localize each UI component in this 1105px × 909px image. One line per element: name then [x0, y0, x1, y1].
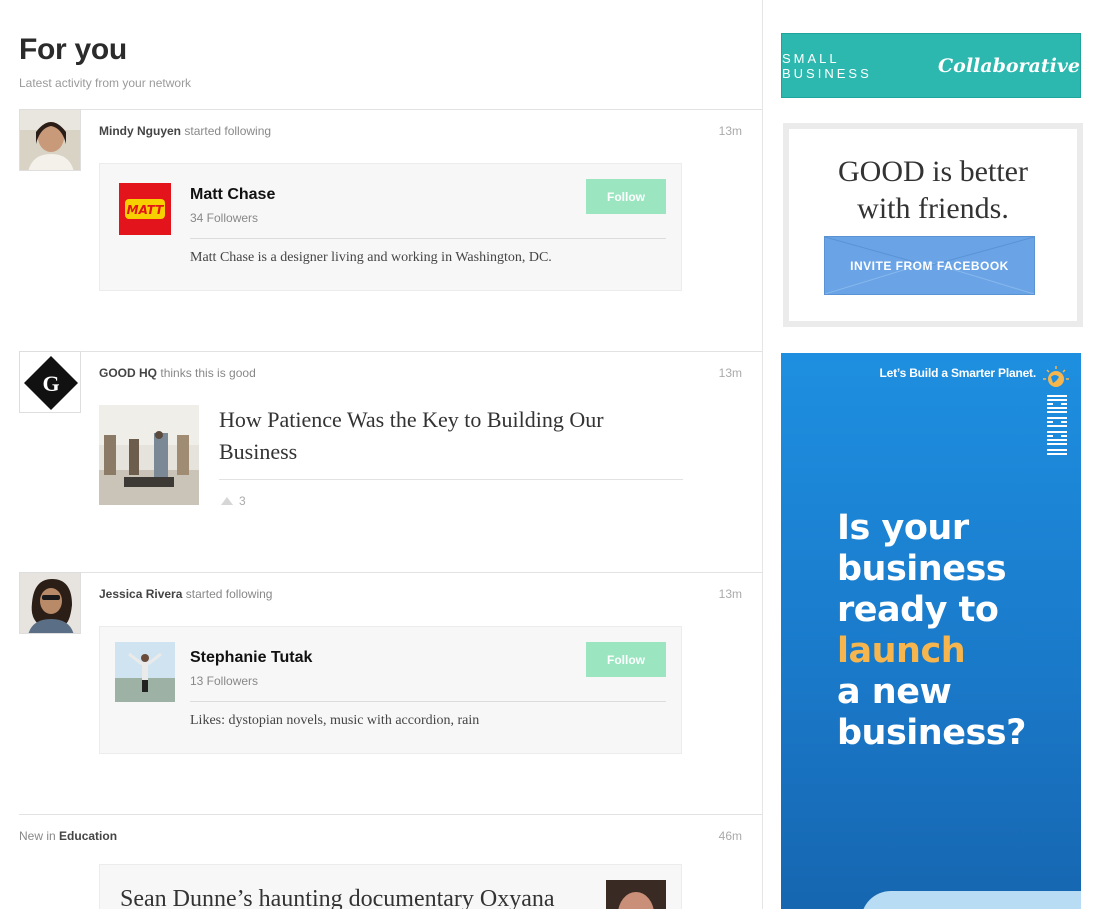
ibm-headline-line: ready to — [837, 590, 999, 630]
ibm-headline-line: Is your — [837, 508, 969, 548]
divider — [190, 701, 666, 702]
article-thumbnail[interactable] — [99, 405, 199, 505]
feed-item: G GOOD HQ thinks this is good 13m How Pa… — [19, 351, 762, 572]
profile-photo-icon — [115, 642, 175, 702]
invite-button-label: INVITE FROM FACEBOOK — [850, 258, 1009, 273]
invite-headline-line: GOOD is better — [838, 155, 1028, 188]
activity-meta: GOOD HQ thinks this is good — [99, 366, 256, 380]
matt-logo-icon: MATT — [119, 183, 171, 235]
activity-action: started following — [184, 124, 272, 138]
divider — [190, 238, 666, 239]
feed-item: New in Education 46m Sean Dunne’s haunti… — [19, 814, 762, 909]
ibm-headline: Is your business ready to launch a new b… — [837, 508, 1026, 754]
feed-item: Jessica Rivera started following 13m Ste… — [19, 572, 762, 814]
activity-meta: Mindy Nguyen started following — [99, 124, 271, 138]
article-title[interactable]: How Patience Was the Key to Building Our… — [219, 404, 659, 468]
activity-meta: Jessica Rivera started following — [99, 587, 272, 601]
follower-count: 13 Followers — [190, 674, 259, 688]
invite-friends-ad: GOOD is better with friends. INVITE FROM… — [783, 123, 1083, 327]
ibm-headline-line: business — [837, 549, 1007, 589]
feed-item: Mindy Nguyen started following 13m MATT … — [19, 109, 762, 351]
avatar[interactable] — [19, 109, 81, 171]
profile-thumb[interactable]: MATT — [119, 183, 171, 235]
avatar[interactable] — [19, 572, 81, 634]
follow-button[interactable]: Follow — [586, 179, 666, 214]
ad-decoration — [861, 891, 1081, 909]
store-photo-icon — [99, 405, 199, 505]
ibm-headline-line: a new — [837, 672, 952, 712]
ibm-headline-accent: launch — [837, 631, 966, 671]
timestamp: 13m — [718, 366, 742, 380]
avatar[interactable]: G — [19, 351, 81, 413]
article-photo-icon — [606, 880, 666, 909]
profile-bio: Likes: dystopian novels, music with acco… — [190, 713, 480, 728]
invite-headline-line: with friends. — [857, 192, 1009, 225]
upvote-arrow-icon — [221, 497, 233, 505]
avatar-photo-icon — [20, 110, 80, 170]
page-title: For you — [19, 33, 127, 66]
profile-card: MATT Matt Chase 34 Followers Follow Matt… — [99, 163, 682, 291]
activity-action: started following — [185, 587, 273, 601]
ad-text-script: Collaborative — [938, 54, 1080, 77]
article-card: Sean Dunne’s haunting documentary Oxyana — [99, 864, 682, 909]
sidebar: SMALL BUSINESS Collaborative GOOD is bet… — [763, 0, 1105, 909]
activity-action: thinks this is good — [160, 366, 256, 380]
follow-button[interactable]: Follow — [586, 642, 666, 677]
timestamp: 13m — [718, 124, 742, 138]
main-feed: For you Latest activity from your networ… — [0, 0, 763, 909]
good-logo-icon: G — [20, 352, 80, 412]
profile-bio: Matt Chase is a designer living and work… — [190, 250, 552, 265]
actor-name[interactable]: Jessica Rivera — [99, 587, 182, 601]
activity-prefix: New in — [19, 829, 56, 843]
svg-text:MATT: MATT — [127, 203, 165, 217]
profile-card: Stephanie Tutak 13 Followers Follow Like… — [99, 626, 682, 754]
ibm-tagline: Let’s Build a Smarter Planet. — [879, 366, 1037, 380]
vote-count: 3 — [239, 494, 246, 508]
follower-count: 34 Followers — [190, 211, 259, 225]
avatar-photo-icon — [20, 573, 80, 633]
page-subtitle: Latest activity from your network — [19, 76, 192, 90]
ad-text: SMALL BUSINESS — [782, 50, 872, 81]
activity-meta: New in Education — [19, 829, 117, 843]
invite-facebook-button[interactable]: INVITE FROM FACEBOOK — [824, 236, 1035, 295]
ibm-headline-line: business? — [837, 713, 1026, 753]
article-title[interactable]: Sean Dunne’s haunting documentary Oxyana — [120, 883, 560, 909]
timestamp: 13m — [718, 587, 742, 601]
category-link[interactable]: Education — [59, 829, 117, 843]
ibm-ad[interactable]: Let’s Build a Smarter Planet. Is your bu… — [781, 353, 1081, 909]
article-thumbnail[interactable] — [606, 880, 666, 909]
profile-thumb[interactable] — [115, 642, 175, 702]
timestamp: 46m — [718, 829, 742, 843]
ibm-logo-icon — [1047, 395, 1067, 455]
profile-name[interactable]: Stephanie Tutak — [190, 649, 312, 667]
divider — [219, 479, 683, 480]
actor-name[interactable]: Mindy Nguyen — [99, 124, 181, 138]
smarter-planet-icon — [1043, 366, 1069, 387]
small-business-ad[interactable]: SMALL BUSINESS Collaborative — [781, 33, 1081, 98]
svg-text:G: G — [42, 371, 59, 396]
upvote[interactable]: 3 — [221, 494, 246, 508]
invite-headline: GOOD is better with friends. — [789, 153, 1077, 227]
actor-name[interactable]: GOOD HQ — [99, 366, 157, 380]
profile-name[interactable]: Matt Chase — [190, 186, 275, 204]
